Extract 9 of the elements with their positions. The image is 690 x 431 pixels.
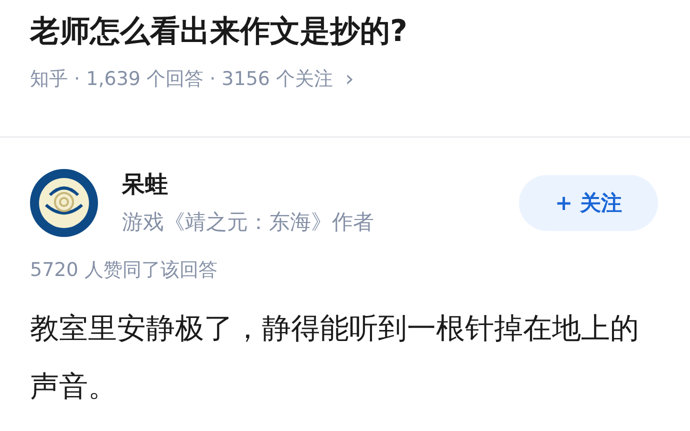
author-name[interactable]: 呆蛙	[122, 170, 519, 200]
answer-text: 教室里安静极了，静得能听到一根针掉在地上的声音。	[30, 310, 640, 405]
author-bio: 游戏《靖之元：东海》作者	[122, 209, 375, 236]
follow-button[interactable]: + 关注	[519, 175, 658, 231]
question-title: 老师怎么看出来作文是抄的?	[30, 13, 408, 51]
question-meta: 知乎 · 1,639 个回答 · 3156 个关注	[30, 67, 334, 92]
avatar-drawing[interactable]	[30, 169, 98, 237]
vote-count: 5720 人赞同了该回答	[30, 258, 218, 283]
chevron-icon[interactable]: ›	[345, 66, 354, 92]
